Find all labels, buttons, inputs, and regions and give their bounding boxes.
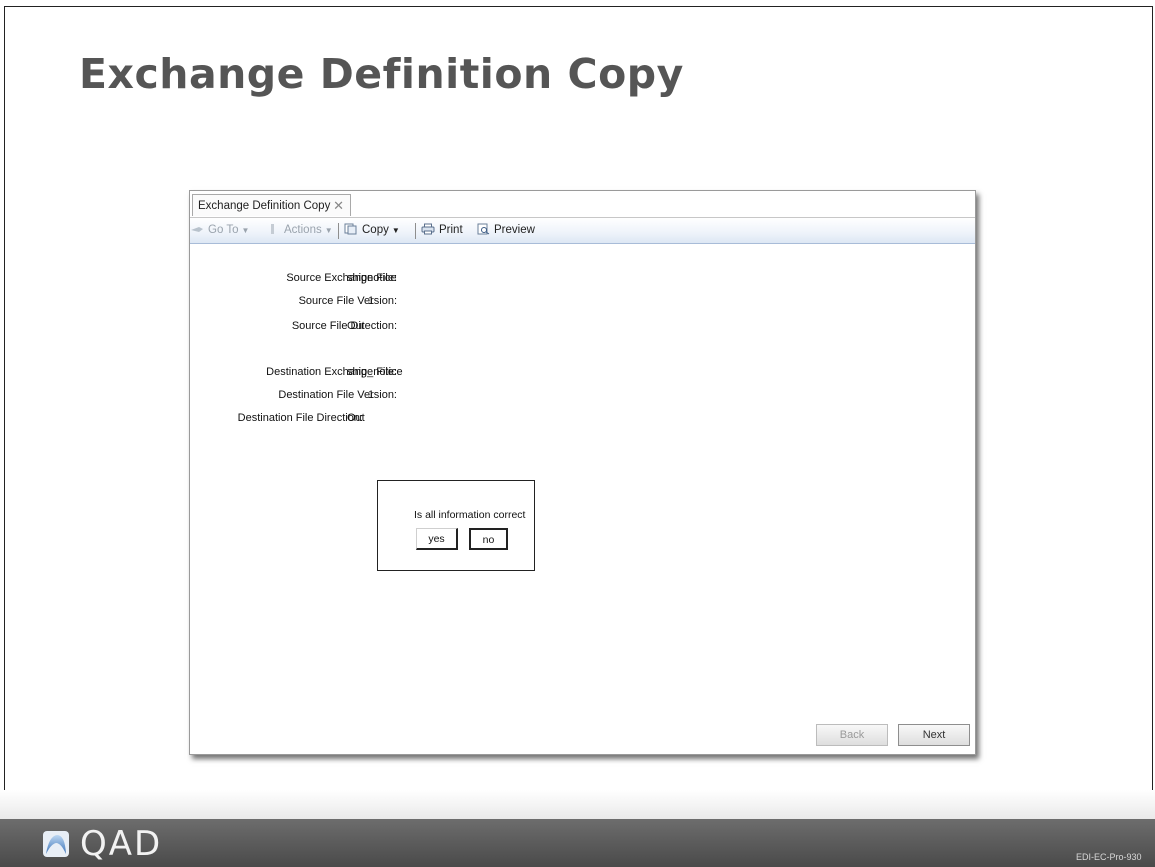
toolbar-separator xyxy=(415,223,416,239)
source-exchange-file-value: shipnotice xyxy=(347,272,397,284)
goto-dropdown-icon: ▼ xyxy=(241,226,250,235)
copy-button[interactable]: Copy ▼ xyxy=(344,222,400,239)
slide-code: EDI-EC-Pro-930 xyxy=(1076,852,1142,862)
destination-file-direction-label: Destination File Direction: xyxy=(237,412,363,424)
preview-button[interactable]: Preview xyxy=(476,222,535,239)
qad-logo-text: QAD xyxy=(80,824,163,864)
footer-fade xyxy=(0,790,1155,820)
toolbar-separator xyxy=(338,223,339,239)
copy-icon xyxy=(344,223,357,235)
qad-logo-icon xyxy=(43,831,69,857)
source-file-direction-label: Source File Direction: xyxy=(291,320,397,332)
print-button[interactable]: Print xyxy=(421,222,463,239)
footer-bar xyxy=(0,819,1155,867)
goto-icon xyxy=(191,227,203,232)
destination-file-direction-value: Out xyxy=(347,412,365,424)
copy-label: Copy xyxy=(362,224,389,236)
app-window: Exchange Definition Copy ✕ Go To ▼ Action… xyxy=(189,190,976,755)
printer-icon xyxy=(421,223,435,235)
toolbar: Go To ▼ Actions ▼ Copy ▼ Print Preview xyxy=(190,218,975,244)
source-file-version-value: 1 xyxy=(368,295,375,307)
goto-button[interactable]: Go To ▼ xyxy=(190,222,249,239)
destination-exchange-file-value: ship_notice xyxy=(347,366,403,378)
goto-label: Go To xyxy=(208,224,239,236)
destination-file-version-value: 1 xyxy=(368,389,375,401)
copy-dropdown-icon: ▼ xyxy=(391,226,400,235)
tab-exchange-definition-copy[interactable]: Exchange Definition Copy ✕ xyxy=(192,194,351,216)
actions-label: Actions xyxy=(284,224,322,236)
slide-title: Exchange Definition Copy xyxy=(79,50,684,98)
print-label: Print xyxy=(439,224,463,236)
confirm-prompt: Is all information correct xyxy=(414,509,526,521)
confirm-dialog: Is all information correct yes no xyxy=(377,480,535,571)
yes-button[interactable]: yes xyxy=(416,528,458,550)
next-button[interactable]: Next xyxy=(898,724,970,746)
back-button[interactable]: Back xyxy=(816,724,888,746)
preview-label: Preview xyxy=(494,224,535,236)
tab-label: Exchange Definition Copy xyxy=(198,200,331,212)
actions-dropdown-icon: ▼ xyxy=(324,226,333,235)
destination-file-version-label: Destination File Version: xyxy=(278,389,397,401)
actions-icon xyxy=(271,224,274,234)
preview-icon xyxy=(477,223,490,235)
source-file-version-label: Source File Version: xyxy=(298,295,397,307)
tab-strip: Exchange Definition Copy ✕ xyxy=(190,191,975,218)
no-button[interactable]: no xyxy=(469,528,508,550)
close-tab-icon[interactable]: ✕ xyxy=(333,195,344,217)
actions-button[interactable]: Actions ▼ xyxy=(266,222,333,239)
source-file-direction-value: Out xyxy=(347,320,365,332)
